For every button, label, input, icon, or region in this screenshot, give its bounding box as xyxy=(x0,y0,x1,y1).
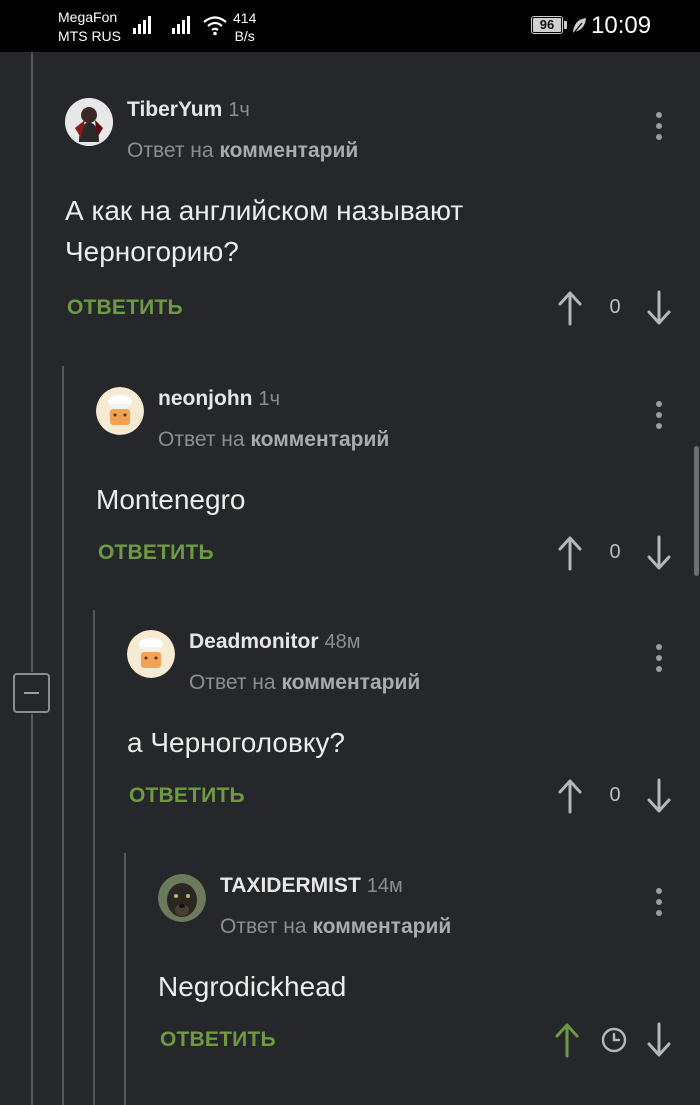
comment-author[interactable]: Deadmonitor 48м xyxy=(189,630,361,654)
battery-icon: 96 xyxy=(531,16,563,34)
reply-to-link[interactable]: Ответ на комментарий xyxy=(220,915,451,939)
thread-line[interactable] xyxy=(62,366,64,1105)
downvote-icon[interactable] xyxy=(646,778,672,814)
thread-line[interactable] xyxy=(31,52,33,672)
comment: TiberYum 1ч Ответ на комментарий А как на… xyxy=(65,98,700,338)
upvote-icon[interactable] xyxy=(554,1022,580,1058)
rating-count: 0 xyxy=(609,541,621,563)
reply-button[interactable]: ОТВЕТИТЬ xyxy=(98,541,214,565)
thread-line[interactable] xyxy=(93,610,95,1105)
reply-to-link[interactable]: Ответ на комментарий xyxy=(158,428,389,452)
comment-time: 48м xyxy=(324,631,361,653)
downvote-icon[interactable] xyxy=(646,535,672,571)
wifi-icon xyxy=(203,16,227,36)
comment-time: 1ч xyxy=(258,388,281,410)
comment-time: 1ч xyxy=(228,99,250,121)
avatar[interactable] xyxy=(127,630,175,678)
rating-count: 0 xyxy=(609,784,621,806)
carrier-2: MTS RUS xyxy=(58,28,121,44)
reply-to-link[interactable]: Ответ на комментарий xyxy=(189,671,420,695)
comment: TAXIDERMIST 14м Ответ на комментарий Negr… xyxy=(158,874,700,1074)
upvote-icon[interactable] xyxy=(557,778,583,814)
comment-text: А как на английском называют А как на ан… xyxy=(65,195,464,267)
avatar[interactable] xyxy=(158,874,206,922)
reply-button[interactable]: ОТВЕТИТЬ xyxy=(67,296,183,320)
reply-button[interactable]: ОТВЕТИТЬ xyxy=(129,784,245,808)
comment: Deadmonitor 48м Ответ на комментарий а Че… xyxy=(127,630,700,830)
scrollbar[interactable] xyxy=(694,446,699,576)
rating-count: 0 xyxy=(609,296,621,318)
carrier-labels: MegaFon MTS RUS xyxy=(58,8,121,46)
carrier-1: MegaFon xyxy=(58,9,118,25)
collapse-thread-button[interactable] xyxy=(13,673,50,713)
reply-button[interactable]: ОТВЕТИТЬ xyxy=(160,1028,276,1052)
comment-author[interactable]: TiberYum 1ч xyxy=(127,98,250,122)
upvote-icon[interactable] xyxy=(557,535,583,571)
downvote-icon[interactable] xyxy=(646,290,672,326)
status-bar: MegaFon MTS RUS 414 B/s 96 10:09 xyxy=(0,0,700,52)
thread-line[interactable] xyxy=(31,714,33,1105)
leaf-icon xyxy=(572,18,586,35)
comment-time: 14м xyxy=(366,875,403,897)
reply-to-link[interactable]: Ответ на комментарий xyxy=(127,139,358,163)
comment-author[interactable]: TAXIDERMIST 14м xyxy=(220,874,403,898)
battery-tip xyxy=(564,21,567,29)
clock-icon xyxy=(601,1027,627,1053)
thread-line[interactable] xyxy=(124,853,126,1105)
upvote-icon[interactable] xyxy=(557,290,583,326)
avatar[interactable] xyxy=(65,98,113,146)
battery-level: 96 xyxy=(539,17,555,32)
comment-text: Negrodickhead xyxy=(158,971,347,1002)
comment: neonjohn 1ч Ответ на комментарий Monteneg… xyxy=(96,387,700,587)
more-options-icon[interactable] xyxy=(654,112,664,142)
more-options-icon[interactable] xyxy=(654,401,664,431)
comment-text: Montenegro xyxy=(96,484,246,515)
downvote-icon[interactable] xyxy=(646,1022,672,1058)
clock-time: 10:09 xyxy=(591,12,652,39)
network-speed: 414 B/s xyxy=(233,10,257,44)
avatar[interactable] xyxy=(96,387,144,435)
comment-text: а Черноголовку? xyxy=(127,727,345,758)
more-options-icon[interactable] xyxy=(654,644,664,674)
comment-author[interactable]: neonjohn 1ч xyxy=(158,387,280,411)
more-options-icon[interactable] xyxy=(654,888,664,918)
